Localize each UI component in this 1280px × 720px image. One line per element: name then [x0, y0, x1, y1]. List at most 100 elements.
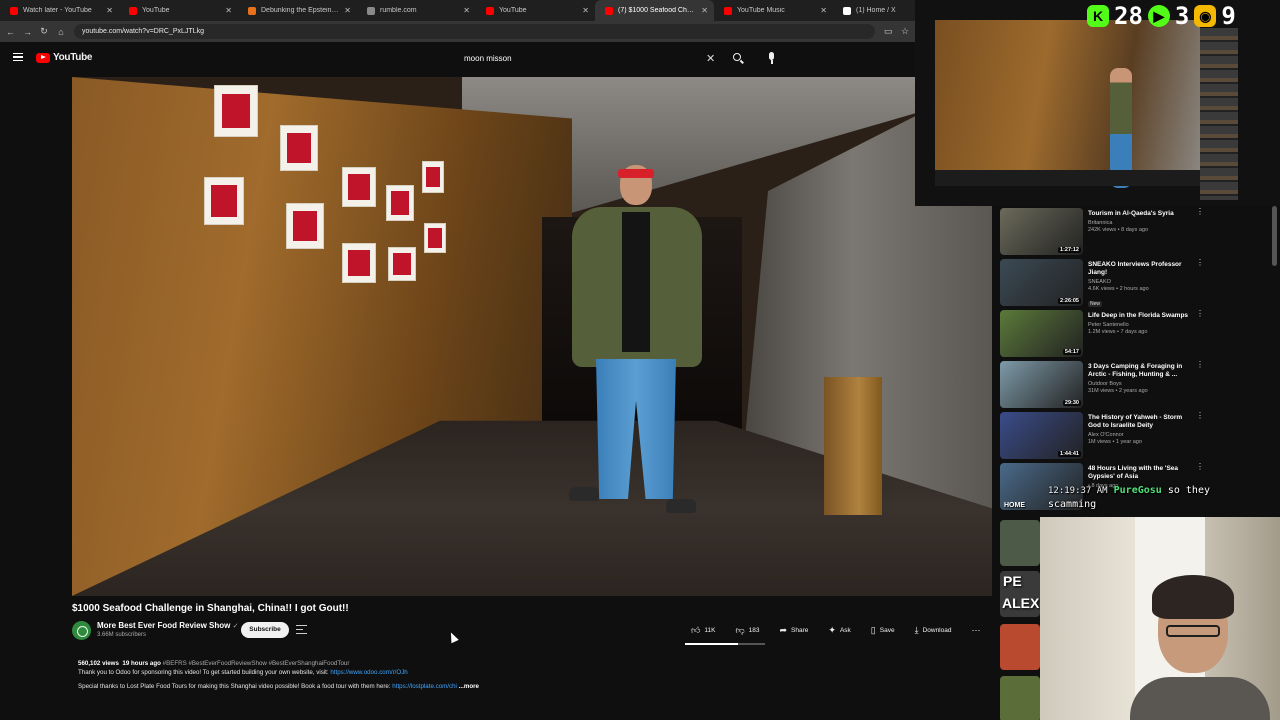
youtube-logo[interactable]: YouTube: [36, 52, 93, 63]
search-input[interactable]: [456, 49, 706, 67]
video-thumbnail[interactable]: 1:27:12: [1000, 208, 1083, 255]
close-tab-icon[interactable]: ✕: [344, 6, 351, 15]
browser-tab[interactable]: Debunking the Epstein My ✕: [238, 0, 357, 21]
video-title[interactable]: 3 Days Camping & Foraging in Arctic - Fi…: [1088, 363, 1196, 379]
voice-search-button[interactable]: [764, 50, 780, 66]
wall-frame: [204, 177, 244, 225]
close-tab-icon[interactable]: ✕: [463, 6, 470, 15]
clear-search-icon[interactable]: ✕: [706, 52, 715, 65]
favicon-icon: [129, 6, 137, 15]
close-tab-icon[interactable]: ✕: [701, 6, 708, 15]
list-item-thumbnail[interactable]: [1000, 520, 1040, 566]
page-scrollbar[interactable]: [1272, 206, 1277, 266]
video-title[interactable]: 48 Hours Living with the 'Sea Gypsies' o…: [1088, 465, 1196, 481]
video-thumbnail[interactable]: 54:17: [1000, 310, 1083, 357]
close-tab-icon[interactable]: ✕: [582, 6, 589, 15]
video-info: SNEAKO Interviews Professor Jiang! SNEAKO…: [1088, 261, 1196, 310]
list-item-thumbnail[interactable]: PE ALEX: [1000, 571, 1040, 617]
more-vertical-icon[interactable]: ⋮: [1196, 361, 1204, 373]
channel-name-row[interactable]: More Best Ever Food Review Show ✓: [97, 621, 238, 630]
channel-name[interactable]: SNEAKO: [1088, 279, 1196, 285]
list-item[interactable]: 54:17 Life Deep in the Florida Swamps Pete…: [1000, 310, 1205, 361]
list-item[interactable]: 2:26:05 SNEAKO Interviews Professor Jiang…: [1000, 259, 1205, 310]
channel-name[interactable]: Peter Santenello: [1088, 322, 1196, 328]
more-vertical-icon[interactable]: ⋮: [1196, 310, 1204, 322]
subscriber-count: 3.66M subscribers: [97, 632, 147, 638]
subscribe-button[interactable]: Subscribe: [241, 622, 289, 638]
cast-icon[interactable]: ▭: [884, 26, 893, 37]
browser-tab[interactable]: Watch later - YouTube ✕: [0, 0, 119, 21]
hashtags[interactable]: #BEFRS #BestEverFoodReviewShow #BestEver…: [163, 660, 350, 667]
youtube-logo-text: YouTube: [53, 52, 93, 63]
favicon-icon: [10, 6, 18, 15]
list-item[interactable]: 1:27:12 Tourism in Al-Qaeda's Syria Britan…: [1000, 208, 1205, 259]
close-tab-icon[interactable]: ✕: [820, 6, 827, 15]
search-button[interactable]: [731, 51, 745, 65]
bookmark-star-icon[interactable]: ☆: [901, 26, 909, 37]
search-box: ✕: [456, 49, 726, 67]
video-title[interactable]: The History of Yahweh - Storm God to Isr…: [1088, 414, 1196, 430]
favicon-icon: [843, 6, 851, 15]
browser-tab[interactable]: (1) Home / X: [833, 0, 913, 21]
forward-arrow-icon[interactable]: →: [23, 27, 32, 37]
dislike-button[interactable]: 👎︎ 183: [729, 622, 767, 638]
save-button[interactable]: ▯ Save: [864, 622, 902, 638]
share-button[interactable]: ➦ Share: [773, 622, 816, 638]
presenter-shoe: [569, 487, 599, 501]
pip-page-strip: [935, 170, 1200, 186]
scene-wood-pillar: [824, 377, 882, 515]
list-item-thumbnail[interactable]: [1000, 676, 1040, 720]
hamburger-menu-icon[interactable]: [13, 53, 23, 61]
back-arrow-icon[interactable]: ←: [6, 27, 15, 37]
score-1: 28: [1114, 2, 1143, 30]
browser-tab[interactable]: YouTube Music ✕: [714, 0, 833, 21]
browser-tab-active[interactable]: (7) $1000 Seafood Challeng✕: [595, 0, 714, 21]
video-description[interactable]: 560,102 views 19 hours ago #BEFRS #BestE…: [72, 654, 992, 706]
browser-tab[interactable]: YouTube ✕: [476, 0, 595, 21]
channel-name[interactable]: Outdoor Boys: [1088, 381, 1196, 387]
webcam-hair: [1152, 575, 1234, 619]
video-title[interactable]: SNEAKO Interviews Professor Jiang!: [1088, 261, 1196, 277]
video-title[interactable]: Tourism in Al-Qaeda's Syria: [1088, 210, 1196, 218]
more-vertical-icon[interactable]: ⋮: [1196, 208, 1204, 220]
browser-tab[interactable]: rumble.com ✕: [357, 0, 476, 21]
url-field[interactable]: youtube.com/watch?v=DRC_PxLJTLkg: [74, 24, 875, 39]
description-line-1: Thank you to Odoo for sponsoring this vi…: [78, 669, 408, 676]
close-tab-icon[interactable]: ✕: [106, 6, 113, 15]
picture-in-picture-overlay: K 28 ▶ 3 ◉ 9: [915, 0, 1280, 206]
video-title[interactable]: Life Deep in the Florida Swamps: [1088, 312, 1196, 320]
video-thumbnail[interactable]: 2:26:05: [1000, 259, 1083, 306]
duration-badge: 29:30: [1062, 400, 1081, 406]
presenter-headband: [618, 169, 654, 178]
description-line-meta: 560,102 views 19 hours ago #BEFRS #BestE…: [78, 659, 986, 668]
list-item-thumbnail[interactable]: [1000, 624, 1040, 670]
more-actions-button[interactable]: ⋯: [964, 622, 987, 638]
browser-tab[interactable]: YouTube ✕: [119, 0, 238, 21]
video-player[interactable]: [72, 77, 992, 596]
reload-icon[interactable]: ↻: [40, 26, 48, 37]
home-icon[interactable]: ⌂: [57, 27, 65, 37]
channel-name[interactable]: More Best Ever Food Review Show: [97, 621, 230, 630]
channel-name[interactable]: Alex O'Connor: [1088, 432, 1196, 438]
video-thumbnail[interactable]: 29:30: [1000, 361, 1083, 408]
tour-link[interactable]: https://lostplate.com/chi: [392, 683, 457, 690]
like-button[interactable]: 👍︎ 11K: [684, 622, 723, 638]
favicon-icon: [605, 6, 613, 15]
channel-avatar[interactable]: [72, 621, 91, 640]
list-item[interactable]: 29:30 3 Days Camping & Foraging in Arctic…: [1000, 361, 1205, 412]
channel-name[interactable]: Britannica: [1088, 220, 1196, 226]
more-vertical-icon[interactable]: ⋮: [1196, 412, 1204, 424]
video-thumbnail[interactable]: 1:44:41: [1000, 412, 1083, 459]
chat-message-2: scamming: [1048, 499, 1097, 510]
show-more-link[interactable]: ...more: [459, 683, 479, 690]
close-tab-icon[interactable]: ✕: [225, 6, 232, 15]
more-vertical-icon[interactable]: ⋮: [1196, 259, 1204, 271]
download-button[interactable]: ⤓ Download: [908, 622, 959, 638]
wall-frame: [388, 247, 416, 281]
add-to-playlist-icon[interactable]: [296, 625, 307, 634]
sponsor-link[interactable]: https://www.odoo.com/r/OJh: [330, 669, 407, 676]
ask-button[interactable]: ✦ Ask: [821, 622, 857, 638]
list-item[interactable]: 1:44:41 The History of Yahweh - Storm God…: [1000, 412, 1205, 463]
more-vertical-icon[interactable]: ⋮: [1196, 463, 1204, 475]
verified-check-icon: ✓: [232, 623, 239, 630]
